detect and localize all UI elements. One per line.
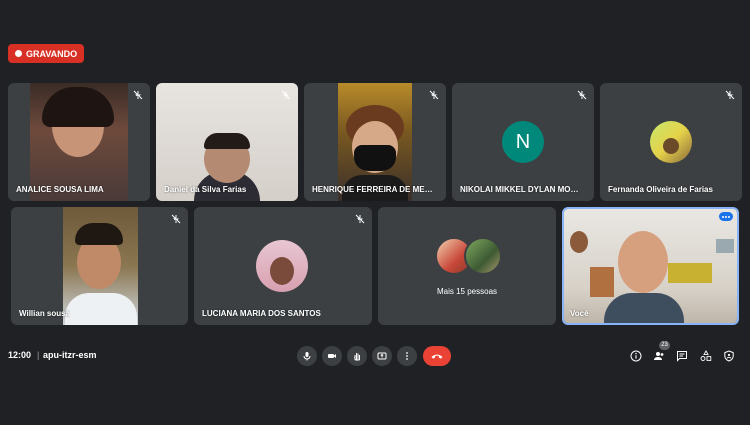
meeting-code: apu-itzr-esm xyxy=(43,350,97,360)
avatar-initial: N xyxy=(515,130,531,153)
mic-off-icon xyxy=(133,90,143,100)
people-icon xyxy=(654,352,664,360)
separator: | xyxy=(37,350,40,360)
people-count-badge: 23 xyxy=(659,341,670,350)
participant-name: Willian sousa xyxy=(19,309,71,318)
hang-up-icon xyxy=(431,354,443,359)
present-button[interactable] xyxy=(372,346,392,366)
participant-video xyxy=(63,207,138,325)
more-options-icon xyxy=(406,352,408,360)
participant-name: ANALICE SOUSA LIMA xyxy=(16,185,104,194)
participant-avatar xyxy=(256,240,308,292)
recording-dot-icon xyxy=(15,50,22,57)
participant-video xyxy=(30,83,128,201)
chat-icon xyxy=(677,351,687,362)
people-button[interactable] xyxy=(652,349,666,363)
mic-off-icon xyxy=(577,90,587,100)
recording-label: GRAVANDO xyxy=(26,48,78,59)
mic-off-icon xyxy=(171,214,181,224)
mic-icon xyxy=(303,352,311,361)
mic-off-icon xyxy=(355,214,365,224)
mic-off-icon xyxy=(725,90,735,100)
participant-tile[interactable]: Fernanda Oliveira de Farias xyxy=(600,83,742,201)
recording-badge: GRAVANDO xyxy=(8,44,85,63)
participant-avatar xyxy=(464,237,502,275)
participant-name: HENRIQUE FERREIRA DE MESQUITA G... xyxy=(312,185,433,194)
clock: 12:00 xyxy=(8,350,32,360)
mic-off-icon xyxy=(429,90,439,100)
self-tile[interactable]: Você xyxy=(562,207,739,325)
participant-name: Você xyxy=(570,309,589,318)
participant-tile[interactable]: Daniel da Silva Farias xyxy=(156,83,298,201)
present-icon xyxy=(377,352,387,360)
participant-tile[interactable]: HENRIQUE FERREIRA DE MESQUITA G... xyxy=(304,83,446,201)
info-button[interactable] xyxy=(629,349,643,363)
more-people-tile[interactable]: Mais 15 pessoas xyxy=(378,207,556,325)
participant-avatar xyxy=(650,121,692,163)
participant-tile[interactable]: N NIKOLAI MIKKEL DYLAN MONTEIRO S... xyxy=(452,83,594,201)
participant-video xyxy=(564,209,737,323)
host-controls-button[interactable] xyxy=(722,349,736,363)
participant-avatar: N xyxy=(502,121,544,163)
chat-button[interactable] xyxy=(675,349,689,363)
participant-name: Fernanda Oliveira de Farias xyxy=(608,185,713,194)
participant-tile[interactable]: ANALICE SOUSA LIMA xyxy=(8,83,150,201)
participant-name: Daniel da Silva Farias xyxy=(164,185,247,194)
mic-off-icon xyxy=(281,90,291,100)
more-people-label: Mais 15 pessoas xyxy=(436,287,498,296)
host-controls-icon xyxy=(724,350,734,362)
participant-tile[interactable]: LUCIANA MARIA DOS SANTOS xyxy=(194,207,372,325)
activities-button[interactable] xyxy=(699,349,713,363)
camera-button[interactable] xyxy=(322,346,342,366)
hang-up-button[interactable] xyxy=(423,346,451,366)
participant-name: NIKOLAI MIKKEL DYLAN MONTEIRO S... xyxy=(460,185,581,194)
activities-icon xyxy=(700,350,712,361)
info-icon xyxy=(630,350,642,362)
raise-hand-icon xyxy=(354,353,360,361)
participant-video xyxy=(338,83,412,201)
raise-hand-button[interactable] xyxy=(347,346,367,366)
more-options-icon[interactable] xyxy=(719,212,733,221)
mic-button[interactable] xyxy=(297,346,317,366)
more-options-button[interactable] xyxy=(397,346,417,366)
camera-icon xyxy=(328,354,336,358)
participant-name: LUCIANA MARIA DOS SANTOS xyxy=(202,309,321,318)
participant-tile[interactable]: Willian sousa xyxy=(11,207,188,325)
participant-video xyxy=(156,83,298,201)
